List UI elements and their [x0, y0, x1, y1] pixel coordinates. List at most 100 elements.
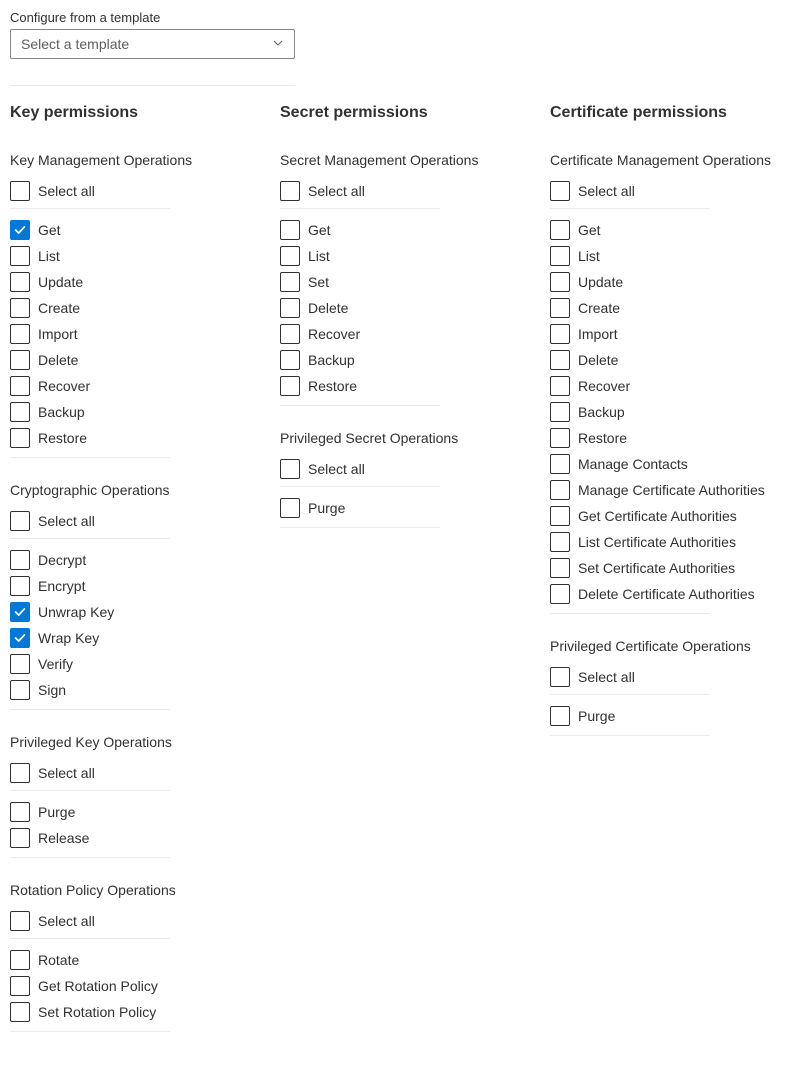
checkbox-set[interactable]: [280, 272, 300, 292]
checkbox-delete-certificate-authorities[interactable]: [550, 584, 570, 604]
checkbox-get-certificate-authorities[interactable]: [550, 506, 570, 526]
group-title: Cryptographic Operations: [10, 482, 250, 498]
permission-recover: Recover: [550, 373, 790, 399]
checkbox-list[interactable]: [280, 246, 300, 266]
permission-label: Restore: [308, 378, 357, 394]
select-all-checkbox[interactable]: [10, 511, 30, 531]
checkbox-decrypt[interactable]: [10, 550, 30, 570]
column-title: Certificate permissions: [550, 104, 790, 122]
group-title: Privileged Certificate Operations: [550, 638, 790, 654]
checkbox-get-rotation-policy[interactable]: [10, 976, 30, 996]
checkbox-backup[interactable]: [280, 350, 300, 370]
checkbox-purge[interactable]: [10, 802, 30, 822]
checkbox-restore[interactable]: [280, 376, 300, 396]
column-key-permissions: Key permissions Key Management Operations…: [10, 104, 250, 1056]
template-section: Configure from a template Select a templ…: [10, 10, 790, 59]
checkbox-unwrap-key[interactable]: [10, 602, 30, 622]
checkbox-rotate[interactable]: [10, 950, 30, 970]
checkbox-update[interactable]: [10, 272, 30, 292]
permission-label: List: [308, 248, 330, 264]
permission-restore: Restore: [280, 373, 520, 399]
checkbox-recover[interactable]: [280, 324, 300, 344]
divider: [280, 405, 440, 406]
checkbox-set-rotation-policy[interactable]: [10, 1002, 30, 1022]
divider: [10, 709, 170, 710]
checkbox-get[interactable]: [280, 220, 300, 240]
checkbox-encrypt[interactable]: [10, 576, 30, 596]
permission-sign: Sign: [10, 677, 250, 703]
permission-list: List: [550, 243, 790, 269]
permission-label: Backup: [578, 404, 625, 420]
select-all-checkbox[interactable]: [550, 667, 570, 687]
select-all-checkbox[interactable]: [10, 911, 30, 931]
template-select[interactable]: Select a template: [10, 29, 295, 59]
select-all-checkbox[interactable]: [550, 181, 570, 201]
permission-label: Get Certificate Authorities: [578, 508, 737, 524]
permission-label: Sign: [38, 682, 66, 698]
checkbox-get[interactable]: [550, 220, 570, 240]
permission-label: Encrypt: [38, 578, 85, 594]
permission-unwrap-key: Unwrap Key: [10, 599, 250, 625]
checkbox-list[interactable]: [10, 246, 30, 266]
select-all-label: Select all: [308, 461, 365, 477]
column-title: Key permissions: [10, 104, 250, 122]
divider: [10, 85, 295, 86]
permission-purge: Purge: [280, 495, 520, 521]
divider: [10, 857, 170, 858]
checkbox-manage-contacts[interactable]: [550, 454, 570, 474]
checkbox-create[interactable]: [10, 298, 30, 318]
select-all-checkbox[interactable]: [10, 181, 30, 201]
select-all-checkbox[interactable]: [280, 459, 300, 479]
column-secret-permissions: Secret permissionsSecret Management Oper…: [280, 104, 520, 1056]
checkbox-backup[interactable]: [10, 402, 30, 422]
checkbox-delete[interactable]: [10, 350, 30, 370]
select-all-label: Select all: [38, 765, 95, 781]
select-all-checkbox[interactable]: [10, 763, 30, 783]
checkbox-restore[interactable]: [550, 428, 570, 448]
select-all-row: Select all: [550, 178, 790, 204]
divider: [280, 208, 440, 209]
checkbox-purge[interactable]: [280, 498, 300, 518]
permission-label: Import: [38, 326, 78, 342]
permission-delete: Delete: [550, 347, 790, 373]
permission-label: Update: [578, 274, 623, 290]
checkbox-get[interactable]: [10, 220, 30, 240]
checkbox-list-certificate-authorities[interactable]: [550, 532, 570, 552]
checkbox-set-certificate-authorities[interactable]: [550, 558, 570, 578]
checkbox-manage-certificate-authorities[interactable]: [550, 480, 570, 500]
checkbox-delete[interactable]: [280, 298, 300, 318]
permission-create: Create: [10, 295, 250, 321]
permission-label: Backup: [38, 404, 85, 420]
permission-get-rotation-policy: Get Rotation Policy: [10, 973, 250, 999]
permission-label: Purge: [38, 804, 75, 820]
checkbox-update[interactable]: [550, 272, 570, 292]
checkbox-purge[interactable]: [550, 706, 570, 726]
select-all-checkbox[interactable]: [280, 181, 300, 201]
checkbox-import[interactable]: [10, 324, 30, 344]
permission-release: Release: [10, 825, 250, 851]
select-all-label: Select all: [38, 183, 95, 199]
permission-label: Set: [308, 274, 329, 290]
checkbox-create[interactable]: [550, 298, 570, 318]
divider: [550, 208, 710, 209]
permission-label: Get: [38, 222, 61, 238]
checkbox-backup[interactable]: [550, 402, 570, 422]
checkbox-sign[interactable]: [10, 680, 30, 700]
divider: [280, 527, 440, 528]
checkbox-wrap-key[interactable]: [10, 628, 30, 648]
permission-recover: Recover: [10, 373, 250, 399]
checkbox-recover[interactable]: [10, 376, 30, 396]
group-title: Key Management Operations: [10, 152, 250, 168]
permission-label: Create: [578, 300, 620, 316]
checkbox-release[interactable]: [10, 828, 30, 848]
checkbox-list[interactable]: [550, 246, 570, 266]
permission-label: Recover: [38, 378, 90, 394]
group-title: Certificate Management Operations: [550, 152, 790, 168]
checkbox-recover[interactable]: [550, 376, 570, 396]
checkbox-verify[interactable]: [10, 654, 30, 674]
divider: [10, 1031, 170, 1032]
checkbox-restore[interactable]: [10, 428, 30, 448]
checkbox-delete[interactable]: [550, 350, 570, 370]
checkbox-import[interactable]: [550, 324, 570, 344]
column-certificate-permissions: Certificate permissions Certificate Manag…: [550, 104, 790, 1056]
